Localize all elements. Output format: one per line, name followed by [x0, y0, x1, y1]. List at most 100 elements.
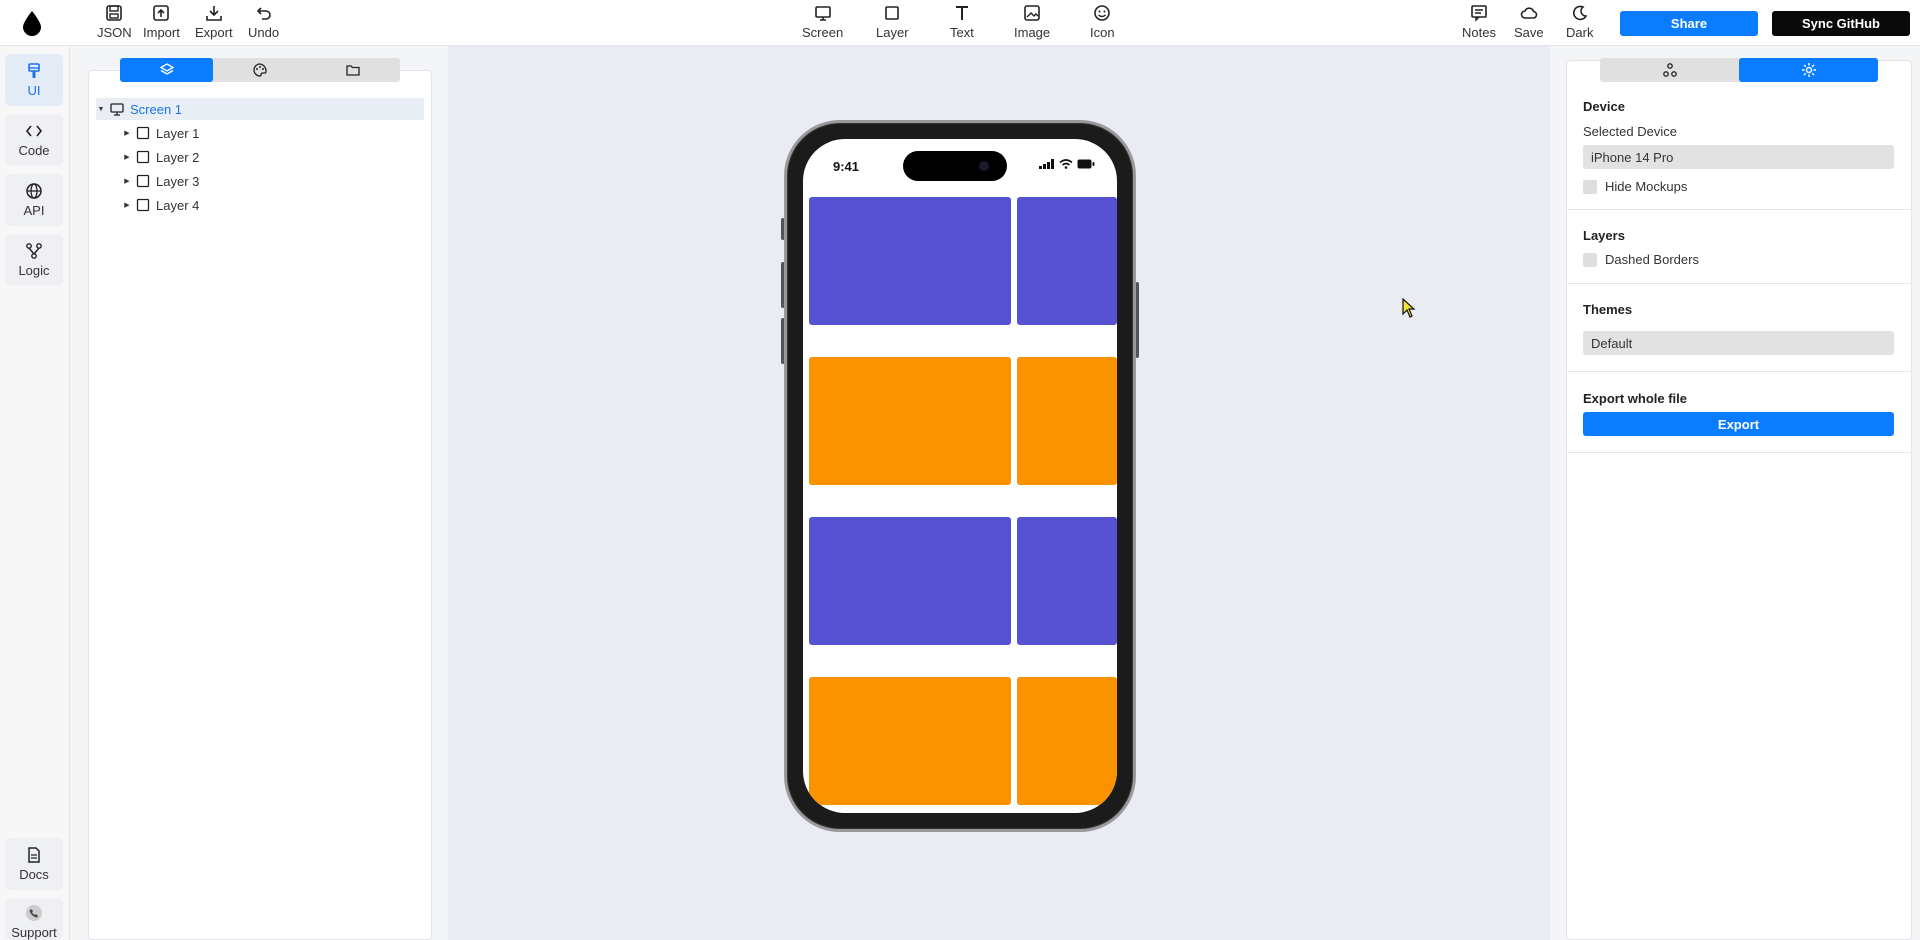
tree-item-layer-3[interactable]: ▶ Layer 3	[122, 170, 422, 192]
layers-icon	[159, 63, 175, 75]
checkbox-box[interactable]	[1583, 179, 1597, 194]
status-bar: 9:41	[803, 139, 1117, 195]
square-icon	[136, 198, 150, 212]
dark-label: Dark	[1566, 25, 1594, 40]
json-label: JSON	[97, 25, 132, 40]
status-time: 9:41	[833, 159, 860, 174]
square-icon	[136, 174, 150, 188]
tab-files[interactable]	[307, 58, 400, 82]
rail-ui-label: UI	[27, 83, 41, 98]
import-button[interactable]: Import	[143, 4, 180, 40]
export-section-title: Export whole file	[1583, 391, 1688, 406]
rail-item-logic[interactable]: Logic	[5, 234, 63, 286]
dashed-borders-checkbox[interactable]: Dashed Borders	[1583, 252, 1699, 267]
branch-icon	[26, 243, 42, 259]
rail-docs-label: Docs	[19, 867, 49, 882]
rail-item-support[interactable]: Support	[5, 898, 63, 940]
share-button[interactable]: Share	[1620, 11, 1758, 36]
layer-tile[interactable]	[1017, 357, 1117, 485]
rail-item-api[interactable]: API	[5, 174, 63, 226]
notes-button[interactable]: Notes	[1462, 4, 1496, 40]
palette-icon	[253, 63, 267, 77]
json-button[interactable]: JSON	[97, 4, 132, 40]
layer-tool-button[interactable]: Layer	[876, 4, 909, 40]
hide-mockups-label: Hide Mockups	[1605, 179, 1688, 194]
expand-caret-icon[interactable]: ▼	[96, 106, 106, 113]
hide-mockups-checkbox[interactable]: Hide Mockups	[1583, 179, 1687, 194]
image-tool-label: Image	[1014, 25, 1051, 40]
tab-palette[interactable]	[213, 58, 306, 82]
tab-settings[interactable]	[1739, 58, 1878, 82]
phone-icon	[26, 905, 42, 921]
layer-tile[interactable]	[809, 517, 1011, 645]
layer-tile[interactable]	[809, 677, 1011, 805]
expand-caret-icon[interactable]: ▶	[122, 177, 132, 185]
cloud-icon	[1520, 7, 1538, 19]
save-button[interactable]: Save	[1514, 4, 1544, 40]
tab-components[interactable]	[1600, 58, 1739, 82]
text-tool-label: Text	[950, 25, 974, 40]
import-label: Import	[143, 25, 180, 40]
nodes-icon	[1662, 63, 1677, 77]
device-select[interactable]: iPhone 14 Pro	[1583, 145, 1894, 169]
themes-section-title: Themes	[1583, 302, 1633, 317]
tab-layers[interactable]	[120, 58, 214, 82]
square-icon	[885, 6, 900, 20]
dynamic-island	[903, 151, 1007, 181]
image-tool-button[interactable]: Image	[1014, 4, 1050, 40]
checkbox-box[interactable]	[1583, 252, 1597, 267]
battery-icon	[1077, 159, 1095, 169]
phone-screen[interactable]: 9:41	[803, 139, 1117, 813]
monitor-icon	[814, 6, 831, 21]
icon-tool-button[interactable]: Icon	[1090, 4, 1115, 40]
expand-caret-icon[interactable]: ▶	[122, 201, 132, 209]
left-nav-rail: UI Code API Logic Docs Support	[0, 46, 70, 940]
top-toolbar: JSON Import Export Undo Screen Layer Tex…	[0, 0, 1920, 46]
layer-tile[interactable]	[1017, 517, 1117, 645]
dark-mode-button[interactable]: Dark	[1566, 4, 1593, 40]
expand-caret-icon[interactable]: ▶	[122, 153, 132, 161]
sync-github-button[interactable]: Sync GitHub	[1772, 11, 1910, 36]
rail-item-ui[interactable]: UI	[5, 54, 63, 106]
brush-icon	[28, 63, 40, 78]
undo-button[interactable]: Undo	[248, 4, 279, 40]
save-label: Save	[1514, 25, 1544, 40]
selected-device-label: Selected Device	[1583, 124, 1677, 139]
text-tool-button[interactable]: Text	[950, 4, 974, 40]
theme-select[interactable]: Default	[1583, 331, 1894, 355]
layer-tile[interactable]	[809, 357, 1011, 485]
tree-label: Layer 2	[156, 149, 200, 165]
gear-icon	[1801, 63, 1816, 77]
export-file-button[interactable]: Export	[1583, 412, 1894, 436]
tree-item-screen[interactable]: ▼ Screen 1	[96, 98, 424, 120]
section-divider	[1567, 371, 1911, 372]
expand-caret-icon[interactable]: ▶	[122, 129, 132, 137]
logo-drop-icon[interactable]	[18, 9, 46, 37]
layer-tile[interactable]	[1017, 677, 1117, 805]
monitor-icon	[110, 103, 124, 116]
mouse-cursor-icon	[1402, 298, 1416, 318]
square-icon	[136, 126, 150, 140]
tree-label: Layer 4	[156, 197, 200, 213]
layers-section-title: Layers	[1583, 228, 1625, 243]
status-icons	[1039, 159, 1095, 169]
rail-item-docs[interactable]: Docs	[5, 838, 63, 890]
settings-panel-tabs	[1600, 58, 1878, 82]
layer-tile[interactable]	[1017, 197, 1117, 325]
screen-tool-button[interactable]: Screen	[802, 4, 843, 40]
layer-tile[interactable]	[809, 197, 1011, 325]
section-divider	[1567, 452, 1911, 453]
dashed-borders-label: Dashed Borders	[1605, 252, 1699, 267]
rail-item-code[interactable]: Code	[5, 114, 63, 166]
tree-item-layer-2[interactable]: ▶ Layer 2	[122, 146, 422, 168]
tree-item-layer-1[interactable]: ▶ Layer 1	[122, 122, 422, 144]
tree-item-layer-4[interactable]: ▶ Layer 4	[122, 194, 422, 216]
tree-label: Layer 1	[156, 125, 200, 141]
phone-mockup: 9:41	[784, 120, 1136, 832]
device-section-title: Device	[1583, 99, 1625, 114]
export-toolbar-button[interactable]: Export	[195, 4, 233, 40]
tree-label: Layer 3	[156, 173, 200, 189]
smiley-icon	[1094, 5, 1111, 21]
layers-panel-tabs	[120, 58, 400, 82]
moon-icon	[1572, 5, 1588, 21]
